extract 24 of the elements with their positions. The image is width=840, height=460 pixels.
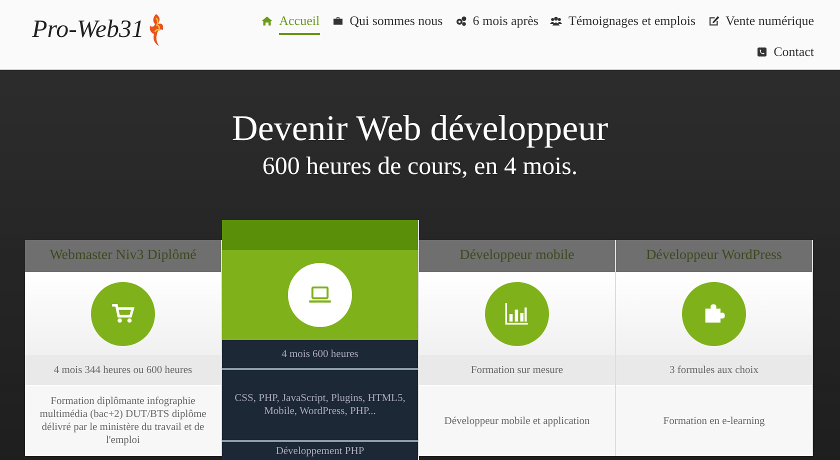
- home-icon: [261, 14, 274, 26]
- card-row: Formation diplômante infographie multimédia (bac+2) DUT/BTS diplôme délivré par le ministère du travail et de l'emploi: [25, 385, 221, 456]
- nav-link[interactable]: Témoignages et emplois: [550, 9, 696, 33]
- bar-chart-icon: [504, 300, 530, 326]
- card-row: 3 formules aux choix: [616, 355, 812, 385]
- hero-title: Devenir Web développeur: [230, 107, 610, 148]
- card-row: Formation en e-learning: [616, 385, 812, 456]
- nav-link[interactable]: Vente numérique: [708, 9, 814, 33]
- card-title: Développeur mobile: [460, 248, 574, 264]
- card-title: Webmaster Niv3 Diplômé: [50, 248, 196, 264]
- phone-icon: [756, 46, 768, 58]
- card-row: Formation sur mesure: [419, 355, 615, 385]
- card-row: 4 mois 344 heures ou 600 heures: [25, 355, 221, 385]
- card-title: Développeur WordPress: [646, 248, 782, 264]
- edit-icon: [708, 14, 720, 26]
- nav-link[interactable]: Contact: [756, 40, 814, 64]
- gears-icon: [454, 14, 467, 26]
- users-icon: [550, 14, 562, 26]
- nav-link[interactable]: 6 mois après: [454, 9, 538, 33]
- briefcase-icon: [332, 14, 344, 26]
- card-row: Développeur mobile et application: [419, 385, 615, 456]
- nav-link[interactable]: Qui sommes nous: [332, 9, 443, 33]
- logo[interactable]: Pro-Web31: [32, 12, 166, 48]
- hero-subtitle: 600 heures de cours, en 4 mois.: [261, 152, 579, 182]
